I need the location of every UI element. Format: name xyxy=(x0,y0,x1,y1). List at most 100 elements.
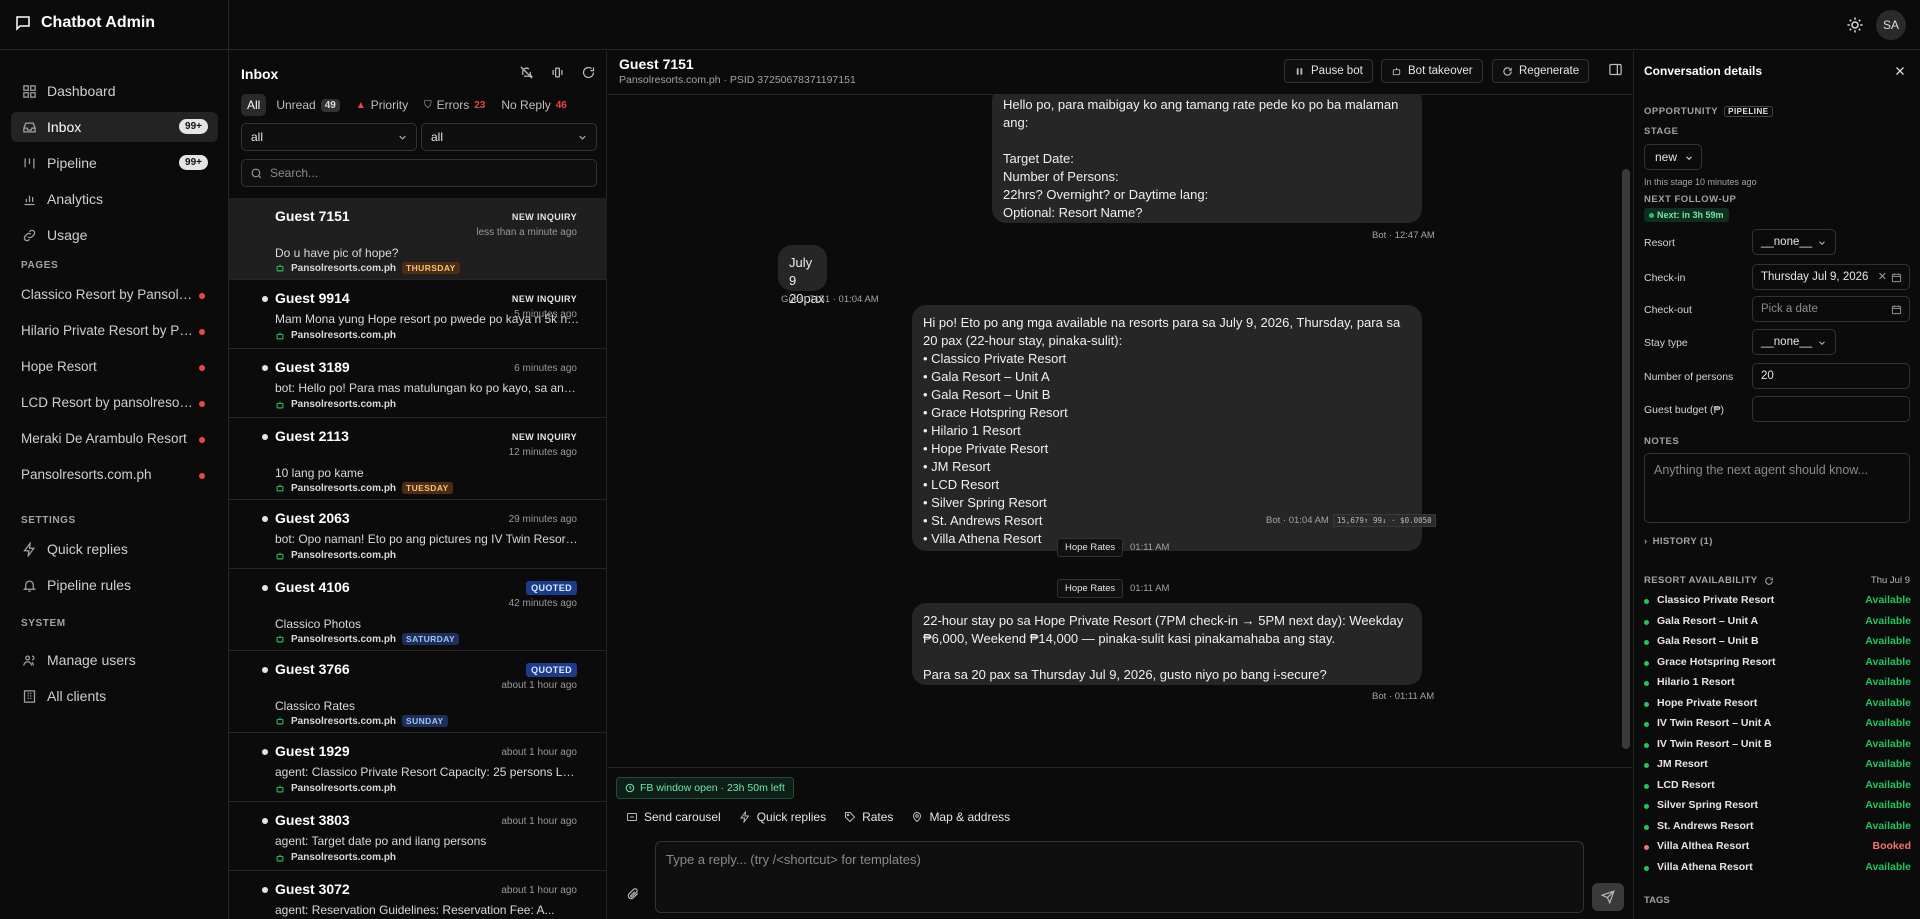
refresh-icon[interactable] xyxy=(1764,576,1774,586)
status-dot xyxy=(1644,701,1649,707)
conversation-item[interactable]: Guest 2113 NEW INQUIRY 12 minutes ago 10 la… xyxy=(229,418,607,500)
close-icon[interactable] xyxy=(1894,65,1906,77)
bell-off-icon[interactable] xyxy=(519,65,534,80)
nav-label: Pipeline rules xyxy=(47,577,132,593)
send-carousel-button[interactable]: Send carousel xyxy=(626,810,721,824)
conversation-details-panel: Conversation details OPPORTUNITY PIPELINE… xyxy=(1633,51,1920,919)
quick-replies-button[interactable]: Quick replies xyxy=(739,810,826,824)
reply-input[interactable]: Type a reply... (try /<shortcut> for tem… xyxy=(655,841,1584,913)
stage-tag: NEW INQUIRY xyxy=(511,294,577,304)
unread-dot xyxy=(262,818,268,824)
message-thread[interactable]: Hello po, para maibigay ko ang tamang ra… xyxy=(608,94,1632,768)
scrollbar[interactable] xyxy=(1622,169,1630,749)
source-name: Pansolresorts.com.ph xyxy=(291,852,397,863)
conversation-item[interactable]: Guest 2063 29 minutes ago bot: Opo naman! … xyxy=(229,500,607,569)
page-item[interactable]: Hilario Private Resort by Pa... xyxy=(21,323,211,345)
message-preview: 10 lang po kame xyxy=(275,466,364,480)
pause-bot-button[interactable]: Pause bot xyxy=(1284,59,1373,83)
resort-name: Gala Resort – Unit A xyxy=(1657,614,1759,627)
button-label: Regenerate xyxy=(1519,65,1580,77)
unread-dot xyxy=(199,437,205,443)
carousel-icon xyxy=(627,813,637,821)
settings-section-label: SETTINGS xyxy=(21,515,76,526)
conversation-item[interactable]: Guest 3766 QUOTED about 1 hour ago Classico… xyxy=(229,651,607,733)
nav-pipeline[interactable]: Pipeline 99+ xyxy=(11,148,218,178)
nav-usage[interactable]: Usage xyxy=(11,220,218,250)
conversation-time: about 1 hour ago xyxy=(501,816,577,827)
notes-textarea[interactable]: Anything the next agent should know... xyxy=(1644,453,1910,523)
send-button[interactable] xyxy=(1592,883,1624,911)
page-item[interactable]: Meraki De Arambulo Resort xyxy=(21,431,211,453)
availability-row: IV Twin Resort – Unit B Available xyxy=(1644,738,1911,754)
search-input[interactable]: Search... xyxy=(241,159,597,187)
checkin-label: Check-in xyxy=(1644,272,1686,284)
conversation-item[interactable]: Guest 4106 QUOTED 42 minutes ago Classico P… xyxy=(229,569,607,651)
fb-window-badge: FB window open · 23h 50m left xyxy=(616,777,794,799)
nav-inbox[interactable]: Inbox 99+ xyxy=(11,112,218,142)
bot-takeover-button[interactable]: Bot takeover xyxy=(1381,59,1483,83)
conversation-source: Pansolresorts.com.ph SUNDAY xyxy=(275,715,448,727)
sun-icon[interactable] xyxy=(1846,16,1864,34)
map-pin-icon xyxy=(913,812,922,823)
availability-status: Available xyxy=(1865,635,1911,647)
map-address-button[interactable]: Map & address xyxy=(911,810,1010,824)
conversation-item[interactable]: Guest 9914 NEW INQUIRY 5 minutes ago Mam Mo… xyxy=(229,280,607,349)
refresh-icon[interactable] xyxy=(581,65,596,80)
stage-tag: QUOTED xyxy=(526,581,577,595)
followup-label: NEXT FOLLOW-UP xyxy=(1644,194,1737,205)
sidebar: Dashboard Inbox 99+ Pipeline 99+ Analyti… xyxy=(0,51,228,919)
page-item[interactable]: LCD Resort by pansolresor... xyxy=(21,395,211,417)
sidebar-toggle-icon[interactable] xyxy=(1608,62,1623,77)
conversation-item[interactable]: Guest 3072 about 1 hour ago agent: Reserva… xyxy=(229,871,607,919)
checkout-date-input[interactable]: Pick a date xyxy=(1752,296,1910,322)
conversation-source: Pansolresorts.com.ph SATURDAY xyxy=(275,633,460,645)
conversation-time: less than a minute ago xyxy=(476,227,577,238)
conversation-source: Pansolresorts.com.ph xyxy=(275,852,396,863)
history-toggle[interactable]: › HISTORY (1) xyxy=(1644,536,1713,547)
filter-errors[interactable]: ⛉ Errors 23 xyxy=(418,94,491,116)
filter-no-reply[interactable]: No Reply 46 xyxy=(495,94,572,116)
conversation-item[interactable]: Guest 7151 NEW INQUIRY less than a minute … xyxy=(229,198,607,280)
resort-select[interactable]: __none__ xyxy=(1752,229,1836,255)
source-name: Pansolresorts.com.ph xyxy=(291,482,397,494)
status-dot xyxy=(1644,824,1649,830)
rates-button[interactable]: Rates xyxy=(844,810,893,824)
staytype-select[interactable]: __none__ xyxy=(1752,329,1836,355)
paperclip-icon[interactable] xyxy=(626,887,640,901)
filter-priority[interactable]: ▲ Priority xyxy=(350,94,414,116)
meta-text: Bot · 01:04 AM xyxy=(1266,515,1329,526)
conversation-item[interactable]: Guest 3189 6 minutes ago bot: Hello po! Pa… xyxy=(229,349,607,418)
nav-analytics[interactable]: Analytics xyxy=(11,184,218,214)
nav-manage-users[interactable]: Manage users xyxy=(11,645,218,675)
conversation-item[interactable]: Guest 3803 about 1 hour ago agent: Target … xyxy=(229,802,607,871)
opportunity-label: OPPORTUNITY PIPELINE xyxy=(1644,106,1773,117)
vibrate-icon[interactable] xyxy=(550,65,565,80)
filter-select-2[interactable]: all xyxy=(421,123,597,151)
shield-alert-icon: ⛉ xyxy=(424,99,432,111)
nav-all-clients[interactable]: All clients xyxy=(11,681,218,711)
stage-select[interactable]: new xyxy=(1644,144,1702,170)
brand[interactable]: Chatbot Admin xyxy=(14,14,155,32)
clear-icon[interactable]: ✕ xyxy=(1878,270,1887,283)
filter-unread[interactable]: Unread 49 xyxy=(270,94,345,116)
persons-input[interactable]: 20 xyxy=(1752,363,1910,389)
page-item[interactable]: Classico Resort by Pansolr... xyxy=(21,287,211,309)
availability-status: Available xyxy=(1865,717,1911,729)
checkout-label: Check-out xyxy=(1644,304,1692,316)
filter-all[interactable]: All xyxy=(241,94,267,116)
checkin-date-input[interactable]: Thursday Jul 9, 2026 ✕ xyxy=(1752,264,1910,290)
bot-icon xyxy=(276,552,284,559)
nav-pipeline-rules[interactable]: Pipeline rules xyxy=(11,570,218,600)
budget-input[interactable] xyxy=(1752,396,1910,422)
guest-name: Guest 2063 xyxy=(275,510,350,526)
nav-dashboard[interactable]: Dashboard xyxy=(11,76,218,106)
page-item[interactable]: Hope Resort xyxy=(21,359,211,381)
filter-select-1[interactable]: all xyxy=(241,123,417,151)
avatar[interactable]: SA xyxy=(1876,10,1906,40)
page-item[interactable]: Pansolresorts.com.ph xyxy=(21,467,211,489)
conversation-item[interactable]: Guest 1929 about 1 hour ago agent: Classic… xyxy=(229,733,607,802)
regenerate-button[interactable]: Regenerate xyxy=(1492,59,1590,83)
nav-quick-replies[interactable]: Quick replies xyxy=(11,534,218,564)
bot-icon xyxy=(276,635,284,643)
unread-dot xyxy=(199,329,205,335)
